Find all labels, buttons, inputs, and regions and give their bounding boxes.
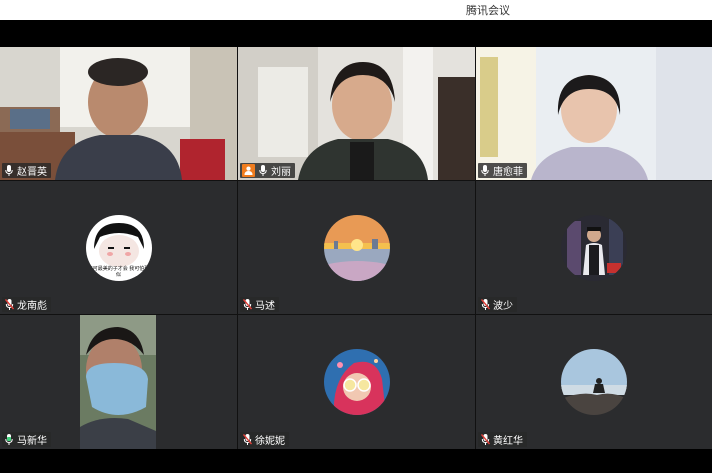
participant-video [0,315,237,449]
app-title: 腾讯会议 [466,4,510,17]
mic-on-icon [258,165,268,177]
bottom-toolbar [0,449,712,473]
avatar [323,214,390,281]
participant-name: 波少 [493,301,513,312]
participant-name: 马新华 [17,436,47,447]
mic-muted-icon [480,299,490,311]
video-tile-xu[interactable]: 徐妮妮 [238,315,475,449]
avatar [561,349,627,415]
participant-name: 徐妮妮 [255,436,285,447]
participant-name: 唐愈菲 [493,167,523,178]
participant-video [0,47,237,180]
mic-speaking-icon [4,434,14,446]
participant-name-tag: 马新华 [2,432,51,447]
video-tile-ma-xinhua[interactable]: 马新华 [0,315,237,449]
mic-muted-icon [4,299,14,311]
video-tile-tang[interactable]: 唐愈菲 [476,47,712,180]
participant-video [476,47,712,180]
mic-muted-icon [242,299,252,311]
top-toolbar [0,20,712,47]
participant-video [238,47,475,180]
mic-on-icon [480,165,490,177]
video-tile-zhao[interactable]: 赵晋英 [0,47,237,180]
mic-muted-icon [242,434,252,446]
participant-name-tag: 唐愈菲 [478,163,527,178]
participant-name-tag: 马述 [240,297,279,312]
video-tile-liu[interactable]: 刘丽 [238,47,475,180]
video-tile-long[interactable]: 俺可最美的子才会 我可怕那似 龙南彪 [0,181,237,314]
participant-name: 黄红华 [493,436,523,447]
participant-name-tag: 刘丽 [240,163,295,178]
host-icon [242,164,255,177]
mic-on-icon [4,165,14,177]
avatar [561,214,627,281]
participant-name: 刘丽 [271,167,291,178]
participant-name-tag: 龙南彪 [2,297,51,312]
video-tile-bo[interactable]: 波少 [476,181,712,314]
mic-muted-icon [480,434,490,446]
participant-name: 赵晋英 [17,167,47,178]
participant-name-tag: 徐妮妮 [240,432,289,447]
video-grid: 赵晋英 刘丽 唐愈菲 俺可最美的子才会 我可怕那似 龙南彪 马述 波少 马新华 … [0,47,712,449]
avatar-caption: 俺可最美的子才会 我可怕那似 [87,265,150,278]
participant-name: 马述 [255,301,275,312]
video-tile-ma-shu[interactable]: 马述 [238,181,475,314]
video-tile-huang[interactable]: 黄红华 [476,315,712,449]
participant-name-tag: 黄红华 [478,432,527,447]
participant-name: 龙南彪 [17,301,47,312]
avatar [323,349,390,415]
participant-name-tag: 波少 [478,297,517,312]
avatar: 俺可最美的子才会 我可怕那似 [85,214,152,281]
participant-name-tag: 赵晋英 [2,163,51,178]
title-bar: 腾讯会议 [0,0,712,20]
